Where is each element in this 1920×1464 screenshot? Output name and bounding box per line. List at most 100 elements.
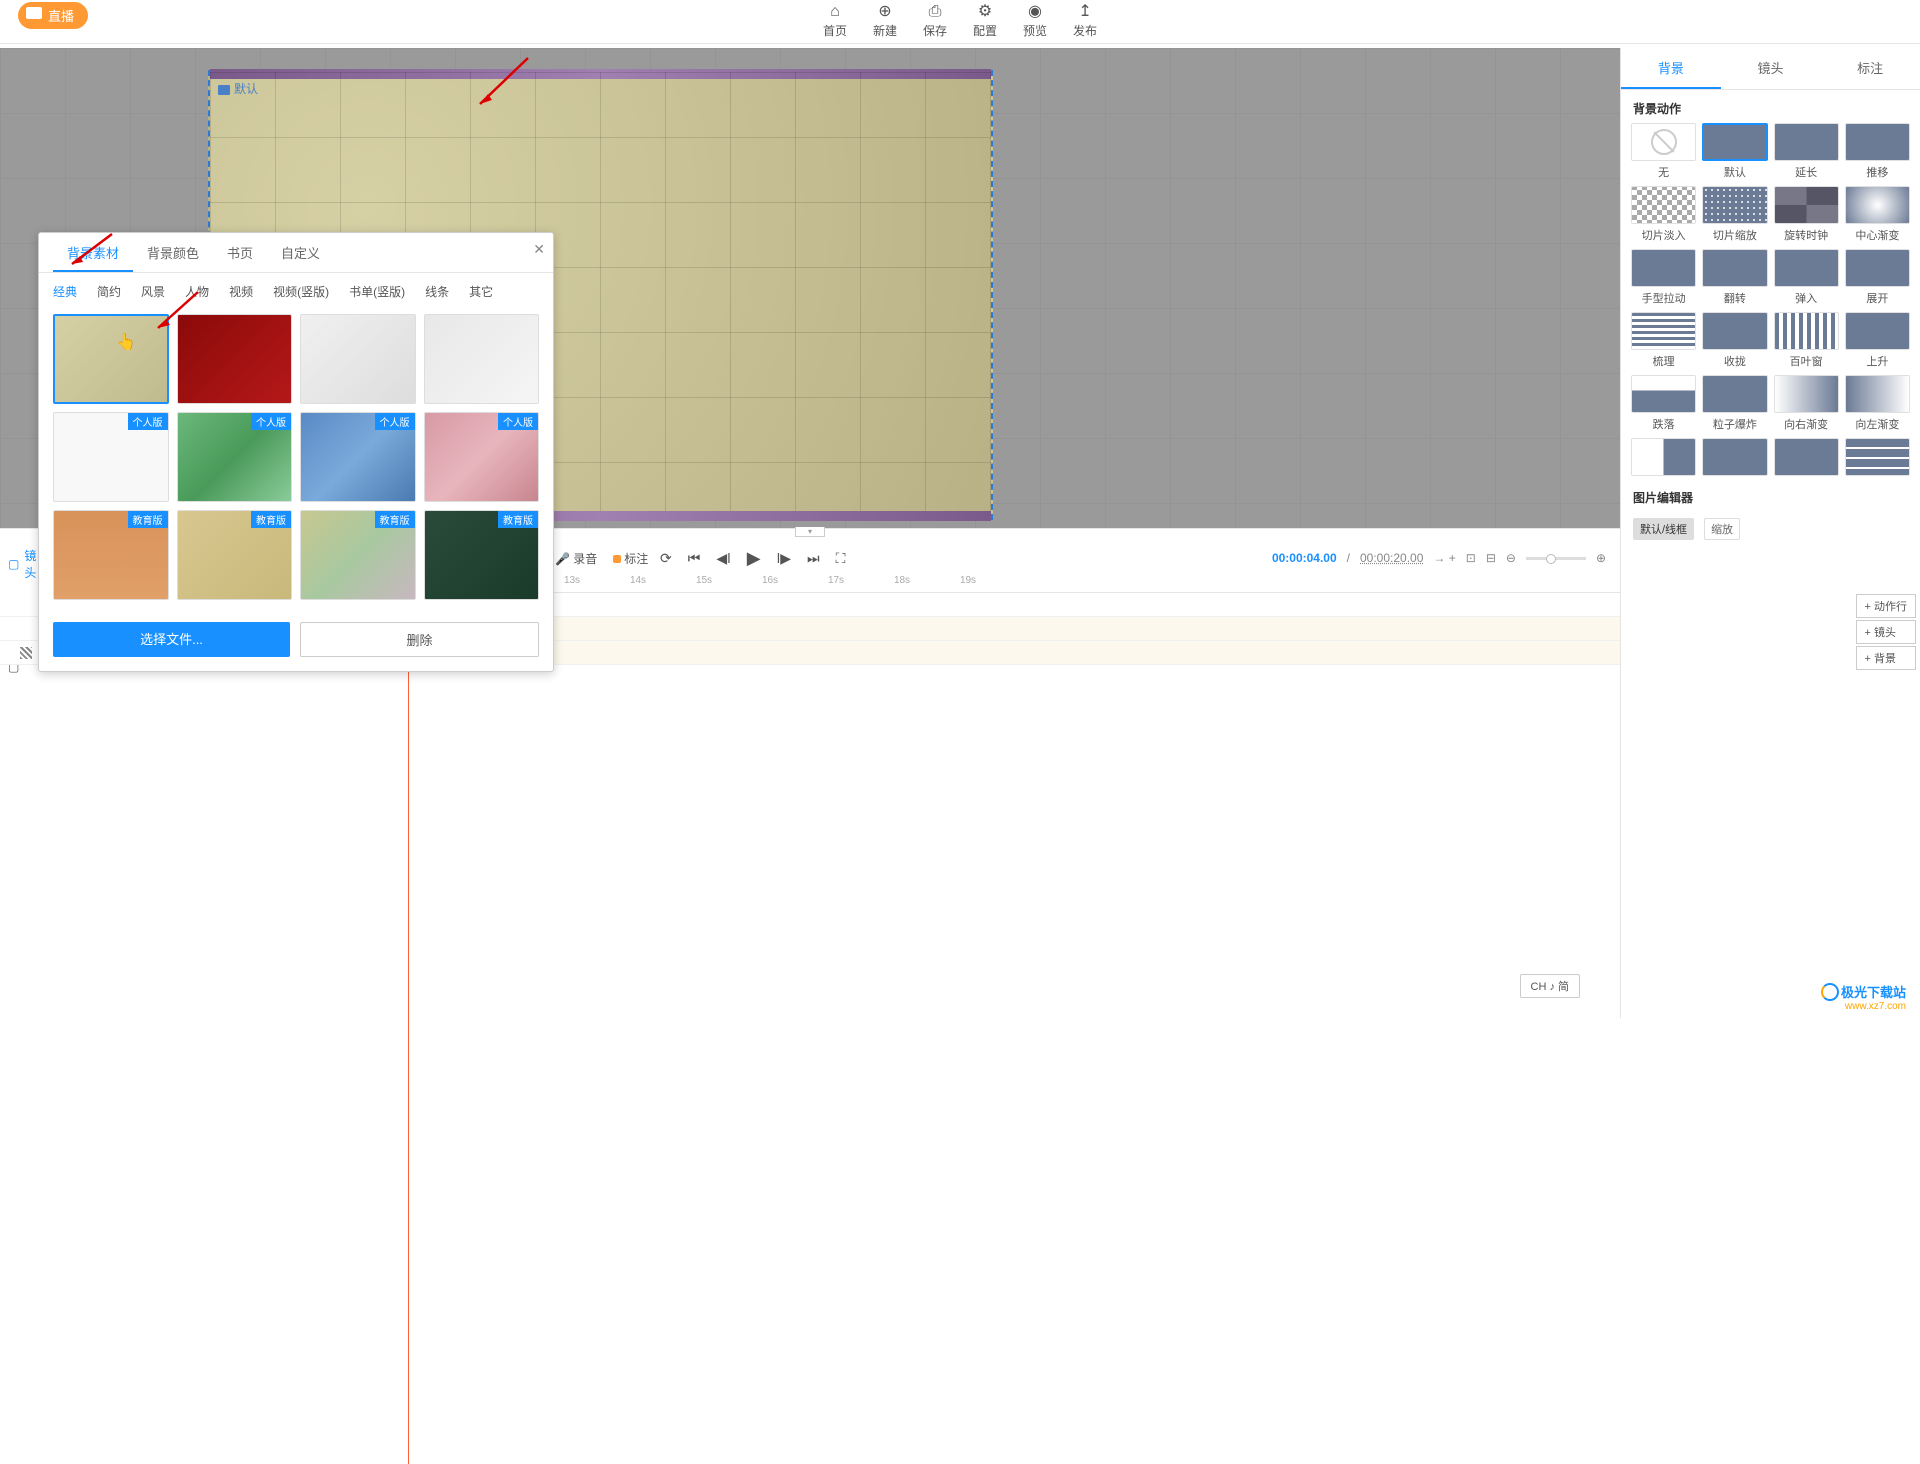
nav-配置[interactable]: ⚙配置	[973, 4, 997, 39]
bg-action-百叶窗[interactable]: 百叶窗	[1774, 312, 1839, 369]
bg-action-中心渐变[interactable]: 中心渐变	[1845, 186, 1910, 243]
skip-end-icon[interactable]: ⏭	[807, 550, 820, 567]
bg-action-翻转[interactable]: 翻转	[1702, 249, 1767, 306]
bg-action-默认[interactable]: 默认	[1702, 123, 1767, 180]
material-grid: 个人版个人版个人版个人版教育版教育版教育版教育版	[39, 308, 553, 612]
action-label: 翻转	[1702, 290, 1767, 306]
bg-action-旋转时钟[interactable]: 旋转时钟	[1774, 186, 1839, 243]
bg-action-手型拉动[interactable]: 手型拉动	[1631, 249, 1696, 306]
bg-action-粒子爆炸[interactable]: 粒子爆炸	[1702, 375, 1767, 432]
bg-action-item[interactable]	[1702, 438, 1767, 479]
nav-首页[interactable]: ⌂首页	[823, 4, 847, 39]
material-swatch[interactable]: 教育版	[53, 510, 169, 600]
modal-subtab-人物[interactable]: 人物	[185, 283, 209, 300]
live-button[interactable]: 直播	[18, 2, 88, 29]
action-thumb	[1845, 438, 1910, 476]
modal-subtab-书单(竖版)[interactable]: 书单(竖版)	[349, 283, 405, 300]
material-swatch[interactable]	[300, 314, 416, 404]
modal-tab-背景素材[interactable]: 背景素材	[53, 233, 133, 272]
tl-left-item[interactable]: ▢镜头	[0, 543, 40, 585]
action-thumb	[1774, 249, 1839, 287]
nav-label: 发布	[1073, 24, 1097, 38]
skip-start-icon[interactable]: ⏮	[688, 550, 701, 567]
modal-close-button[interactable]: ✕	[533, 241, 545, 258]
bg-action-item[interactable]	[1774, 438, 1839, 479]
nav-预览[interactable]: ◉预览	[1023, 4, 1047, 39]
zoom-slider[interactable]	[1526, 557, 1586, 560]
tier-badge: 教育版	[375, 511, 415, 528]
material-swatch[interactable]	[53, 314, 169, 404]
material-swatch[interactable]: 教育版	[424, 510, 540, 600]
material-swatch[interactable]: 个人版	[177, 412, 293, 502]
material-swatch[interactable]: 个人版	[53, 412, 169, 502]
material-swatch[interactable]: 教育版	[177, 510, 293, 600]
modal-subtab-经典[interactable]: 经典	[53, 283, 77, 300]
modal-tab-书页[interactable]: 书页	[213, 233, 267, 272]
annotate-button[interactable]: 标注	[613, 550, 648, 567]
zoom-in-icon[interactable]: ⊕	[1596, 551, 1606, 565]
delete-button[interactable]: 删除	[300, 622, 539, 657]
material-swatch[interactable]	[177, 314, 293, 404]
action-thumb	[1845, 249, 1910, 287]
right-panel: ▶ 背景镜头标注 背景动作 无默认延长推移切片淡入切片缩放旋转时钟中心渐变手型拉…	[1620, 48, 1920, 1018]
timeline-collapse-button[interactable]: ▾	[795, 527, 825, 537]
add-track-button[interactable]: + 背景	[1856, 646, 1916, 670]
bg-action-无[interactable]: 无	[1631, 123, 1696, 180]
add-track-button[interactable]: + 动作行	[1856, 594, 1916, 618]
bg-action-收拢[interactable]: 收拢	[1702, 312, 1767, 369]
bg-action-推移[interactable]: 推移	[1845, 123, 1910, 180]
bg-action-跌落[interactable]: 跌落	[1631, 375, 1696, 432]
bg-action-item[interactable]	[1631, 438, 1696, 479]
nav-label: 首页	[823, 24, 847, 38]
rp-tab-背景[interactable]: 背景	[1621, 48, 1721, 89]
bg-action-向左渐变[interactable]: 向左渐变	[1845, 375, 1910, 432]
play-icon[interactable]: ▶	[747, 548, 761, 569]
bg-action-展开[interactable]: 展开	[1845, 249, 1910, 306]
modal-subtab-其它[interactable]: 其它	[469, 283, 493, 300]
bg-action-item[interactable]	[1845, 438, 1910, 479]
nav-新建[interactable]: ⊕新建	[873, 4, 897, 39]
record-button[interactable]: 🎤 录音	[555, 550, 597, 567]
action-label: 收拢	[1702, 353, 1767, 369]
editor-subtab[interactable]: 缩放	[1704, 518, 1740, 540]
add-track-button[interactable]: + 镜头	[1856, 620, 1916, 644]
modal-subtab-视频[interactable]: 视频	[229, 283, 253, 300]
zoom-out-icon[interactable]: ⊖	[1506, 551, 1516, 565]
nav-保存[interactable]: ⎙保存	[923, 4, 947, 39]
modal-subtab-简约[interactable]: 简约	[97, 283, 121, 300]
modal-tab-背景颜色[interactable]: 背景颜色	[133, 233, 213, 272]
step-fwd-icon[interactable]: ǀ▶	[777, 550, 791, 567]
loop-icon[interactable]: ⟳	[660, 550, 672, 567]
bg-action-上升[interactable]: 上升	[1845, 312, 1910, 369]
modal-tab-自定义[interactable]: 自定义	[267, 233, 334, 272]
add-marker-icon[interactable]: → +	[1433, 551, 1455, 565]
fullscreen-icon[interactable]: ⛶	[836, 550, 846, 567]
bg-action-延长[interactable]: 延长	[1774, 123, 1839, 180]
marker-plus-icon[interactable]: ⊡	[1466, 551, 1476, 565]
track-label: 镜头	[24, 547, 36, 581]
rp-tab-镜头[interactable]: 镜头	[1721, 48, 1821, 89]
rp-tab-标注[interactable]: 标注	[1820, 48, 1920, 89]
action-thumb	[1774, 438, 1839, 476]
choose-file-button[interactable]: 选择文件...	[53, 622, 290, 657]
bg-action-弹入[interactable]: 弹入	[1774, 249, 1839, 306]
marker-minus-icon[interactable]: ⊟	[1486, 551, 1496, 565]
modal-subtab-风景[interactable]: 风景	[141, 283, 165, 300]
bg-action-梳理[interactable]: 梳理	[1631, 312, 1696, 369]
material-swatch[interactable]: 个人版	[424, 412, 540, 502]
editor-subtab[interactable]: 默认/线框	[1633, 518, 1694, 540]
playhead[interactable]	[408, 621, 409, 1464]
nav-发布[interactable]: ↥发布	[1073, 4, 1097, 39]
bg-action-切片缩放[interactable]: 切片缩放	[1702, 186, 1767, 243]
material-swatch[interactable]	[424, 314, 540, 404]
panel-collapse-button[interactable]: ▶	[1620, 288, 1621, 318]
step-back-icon[interactable]: ◀ǀ	[716, 550, 730, 567]
material-swatch[interactable]: 个人版	[300, 412, 416, 502]
background-actions-grid: 无默认延长推移切片淡入切片缩放旋转时钟中心渐变手型拉动翻转弹入展开梳理收拢百叶窗…	[1621, 123, 1920, 479]
bg-action-向右渐变[interactable]: 向右渐变	[1774, 375, 1839, 432]
bg-action-切片淡入[interactable]: 切片淡入	[1631, 186, 1696, 243]
material-swatch[interactable]: 教育版	[300, 510, 416, 600]
modal-subtab-线条[interactable]: 线条	[425, 283, 449, 300]
modal-subtab-视频(竖版)[interactable]: 视频(竖版)	[273, 283, 329, 300]
top-toolbar: 直播 ⌂首页 ⊕新建 ⎙保存 ⚙配置 ◉预览 ↥发布	[0, 0, 1920, 44]
